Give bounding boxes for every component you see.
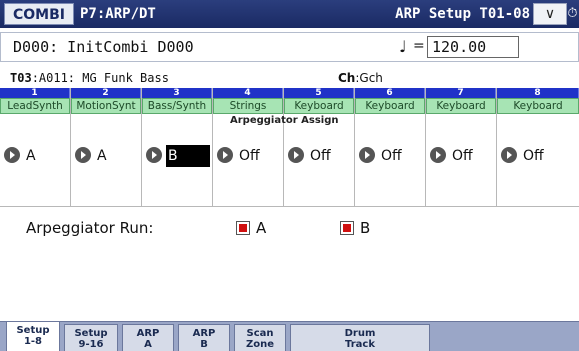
tempo-equals: = (413, 38, 425, 54)
track-column: 7 Keyboard Off (426, 88, 497, 206)
arp-run-b-checkbox[interactable] (340, 221, 354, 235)
popup-arrow-icon[interactable] (146, 147, 162, 163)
tab-label-line2: 1-8 (23, 336, 43, 347)
program-row: D000: InitCombi D000 ♩ = 120.00 (0, 32, 579, 62)
tab-label-line1: ARP (192, 328, 216, 339)
timer-icon: ⏱ (567, 6, 578, 21)
tab-arp-b[interactable]: ARP B (178, 324, 230, 351)
track-program: :A011: MG Funk Bass (31, 71, 169, 85)
tempo-field[interactable]: 120.00 (427, 36, 519, 58)
popup-arrow-icon[interactable] (288, 147, 304, 163)
tab-label-line2: Track (345, 339, 375, 350)
track-column: 2 MotionSynt A (71, 88, 142, 206)
track-column: 1 LeadSynth A (0, 88, 71, 206)
page-title: ARP Setup T01-08 (395, 6, 530, 22)
track-number: 3 (142, 88, 212, 98)
tab-label-line1: Setup (74, 328, 108, 339)
track-number: 7 (426, 88, 496, 98)
track-name: Keyboard (355, 98, 425, 114)
tab-label-line2: 9-16 (78, 339, 104, 350)
arp-assign-value[interactable]: A (24, 145, 38, 167)
track-number: 4 (213, 88, 283, 98)
track-grid: 1 LeadSynth A 2 MotionSynt A 3 Bass/Synt… (0, 88, 579, 206)
popup-arrow-icon[interactable] (501, 147, 517, 163)
tab-arp-a[interactable]: ARP A (122, 324, 174, 351)
track-name: Keyboard (284, 98, 354, 114)
channel-label: Ch (338, 71, 356, 85)
tab-label-line2: Zone (245, 339, 275, 350)
tab-bar: Setup 1-8 Setup 9-16 ARP A ARP B Scan Zo… (0, 321, 579, 351)
arp-assign-value[interactable]: Off (379, 145, 404, 167)
arp-run-b-label: B (360, 219, 371, 237)
arp-assign-value[interactable]: Off (308, 145, 333, 167)
track-column: 3 Bass/Synth B (142, 88, 213, 206)
arp-assign-value[interactable]: Off (450, 145, 475, 167)
track-info: T03:A011: MG Funk Bass (10, 71, 169, 85)
track-id: T03 (10, 71, 32, 85)
tab-label-line1: Drum (344, 328, 376, 339)
chevron-down-icon: ∨ (544, 6, 556, 22)
arp-assign-value[interactable]: B (166, 145, 210, 167)
track-column: 4 Strings Off (213, 88, 284, 206)
page-label: P7:ARP/DT (80, 6, 156, 22)
tab-drum-track[interactable]: Drum Track (290, 324, 430, 351)
track-number: 8 (497, 88, 579, 98)
track-name: Bass/Synth (142, 98, 212, 114)
track-name: Strings (213, 98, 283, 114)
tab-label-line2: B (200, 339, 208, 350)
program-name[interactable]: D000: InitCombi D000 (13, 38, 194, 56)
track-number: 2 (71, 88, 141, 98)
arp-run-a-label: A (256, 219, 267, 237)
menu-dropdown-button[interactable]: ∨ (533, 3, 567, 25)
track-info-row: T03:A011: MG Funk Bass Ch:Gch (10, 71, 579, 87)
popup-arrow-icon[interactable] (359, 147, 375, 163)
arp-assign-caption: Arpeggiator Assign (230, 115, 339, 126)
track-number: 1 (0, 88, 70, 98)
channel-info: Ch:Gch (338, 71, 383, 85)
track-number: 6 (355, 88, 425, 98)
tab-scan-zone[interactable]: Scan Zone (234, 324, 286, 351)
tab-label-line2: A (144, 339, 152, 350)
popup-arrow-icon[interactable] (430, 147, 446, 163)
mode-label[interactable]: COMBI (4, 3, 74, 25)
track-name: Keyboard (426, 98, 496, 114)
arp-run-a-checkbox[interactable] (236, 221, 250, 235)
tab-setup-1-8[interactable]: Setup 1-8 (6, 322, 60, 351)
tab-label-line1: ARP (136, 328, 160, 339)
tab-label-line1: Setup (16, 325, 50, 336)
track-number: 5 (284, 88, 354, 98)
popup-arrow-icon[interactable] (4, 147, 20, 163)
track-column: 6 Keyboard Off (355, 88, 426, 206)
popup-arrow-icon[interactable] (75, 147, 91, 163)
arp-assign-value[interactable]: Off (237, 145, 262, 167)
channel-value: :Gch (355, 71, 383, 85)
track-column: 8 Keyboard Off (497, 88, 579, 206)
divider (0, 206, 579, 207)
track-column: 5 Keyboard Off (284, 88, 355, 206)
arp-assign-value[interactable]: A (95, 145, 109, 167)
arp-run-label: Arpeggiator Run: (26, 219, 154, 237)
popup-arrow-icon[interactable] (217, 147, 233, 163)
tab-setup-9-16[interactable]: Setup 9-16 (64, 324, 118, 351)
tab-label-line1: Scan (246, 328, 274, 339)
quarter-note-icon: ♩ (399, 37, 407, 56)
track-name: Keyboard (497, 98, 579, 114)
arp-assign-value[interactable]: Off (521, 145, 546, 167)
header-bar: COMBI P7:ARP/DT ARP Setup T01-08 ∨ ⏱ (0, 0, 579, 28)
track-name: LeadSynth (0, 98, 70, 114)
track-name: MotionSynt (71, 98, 141, 114)
